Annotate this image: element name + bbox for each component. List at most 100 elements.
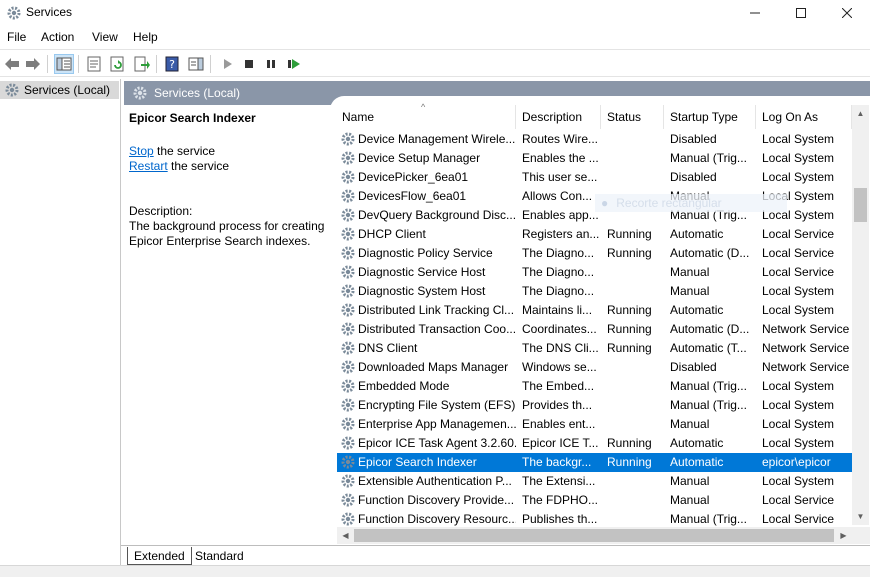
action-pane-icon [188, 57, 204, 71]
service-log-on-as-cell: Network Service [762, 322, 850, 336]
table-row[interactable]: Epicor ICE Task Agent 3.2.60... Epicor IC… [337, 434, 852, 453]
stop-service-link[interactable]: Stop [129, 144, 154, 158]
service-gear-icon [341, 360, 355, 374]
help-button[interactable]: ? [162, 54, 182, 74]
table-row[interactable]: Diagnostic Policy Service The Diagno... Ru… [337, 244, 852, 263]
service-name-cell: Distributed Transaction Coo... [358, 322, 516, 336]
service-description-cell: This user se... [522, 170, 598, 184]
service-gear-icon [341, 436, 355, 450]
export-list-button[interactable] [132, 54, 152, 74]
service-log-on-as-cell: Local System [762, 151, 835, 165]
restart-service-button[interactable] [284, 54, 304, 74]
service-description-cell: The Diagno... [522, 265, 595, 279]
table-row[interactable]: DNS Client The DNS Cli... Running Automatic… [337, 339, 852, 358]
snip-overlay-text: Recorte rectangular [616, 196, 722, 210]
table-row[interactable]: Distributed Link Tracking Cl... Maintains… [337, 301, 852, 320]
start-service-button[interactable] [217, 54, 237, 74]
table-row[interactable]: Distributed Transaction Coo... Coordinate… [337, 320, 852, 339]
service-gear-icon [341, 398, 355, 412]
properties-button[interactable] [84, 54, 104, 74]
pause-service-button[interactable] [261, 54, 281, 74]
service-gear-icon [341, 322, 355, 336]
column-header-log-on-as[interactable]: Log On As [757, 105, 852, 129]
service-gear-icon [341, 246, 355, 260]
scroll-left-arrow-icon[interactable]: ◀ [337, 527, 354, 544]
scroll-right-arrow-icon[interactable]: ▶ [835, 527, 852, 544]
column-header-name[interactable]: ^ Name [337, 102, 516, 129]
scroll-up-arrow-icon[interactable]: ▲ [852, 105, 869, 122]
table-row[interactable]: Epicor Search Indexer The backgr... Runnin… [337, 453, 852, 472]
table-row[interactable]: Device Setup Manager Enables the ... Manua… [337, 149, 852, 168]
service-status-cell: Running [607, 246, 652, 260]
column-header-status[interactable]: Status [602, 105, 664, 129]
table-row[interactable]: DHCP Client Registers an... Running Automat… [337, 225, 852, 244]
close-button[interactable] [824, 0, 870, 26]
horizontal-scrollbar[interactable]: ◀ ▶ [337, 527, 852, 544]
refresh-button[interactable] [108, 54, 128, 74]
vertical-scroll-thumb[interactable] [854, 188, 867, 222]
tab-standard[interactable]: Standard [189, 547, 250, 565]
service-gear-icon [341, 208, 355, 222]
services-gear-icon [7, 6, 21, 20]
service-gear-icon [341, 227, 355, 241]
maximize-button[interactable] [778, 0, 824, 26]
table-row[interactable]: Diagnostic System Host The Diagno... Manua… [337, 282, 852, 301]
table-row[interactable]: Downloaded Maps Manager Windows se... Disa… [337, 358, 852, 377]
table-row[interactable]: Encrypting File System (EFS) Provides th.… [337, 396, 852, 415]
service-name-cell: DevQuery Background Disc... [358, 208, 516, 222]
back-button[interactable] [2, 54, 22, 74]
service-gear-icon [341, 455, 355, 469]
back-arrow-icon [5, 58, 19, 70]
table-row[interactable]: DevicePicker_6ea01 This user se... Disable… [337, 168, 852, 187]
table-row[interactable]: Enterprise App Managemen... Enables ent..… [337, 415, 852, 434]
horizontal-scroll-thumb[interactable] [354, 529, 834, 542]
vertical-scrollbar[interactable]: ▲ ▼ [852, 105, 869, 525]
service-log-on-as-cell: Local System [762, 132, 835, 146]
service-startup-type-cell: Disabled [670, 132, 717, 146]
title-bar: Services [0, 0, 870, 26]
service-startup-type-cell: Automatic (D... [670, 322, 750, 336]
table-row[interactable]: Device Management Wirele... Routes Wire..… [337, 130, 852, 149]
service-startup-type-cell: Automatic (T... [670, 341, 747, 355]
service-log-on-as-cell: Local System [762, 417, 835, 431]
service-description-cell: Publishes th... [522, 512, 598, 526]
service-name-cell: Function Discovery Resourc... [358, 512, 516, 526]
service-name-cell: DHCP Client [358, 227, 426, 241]
minimize-button[interactable] [732, 0, 778, 26]
restart-service-link[interactable]: Restart [129, 159, 168, 173]
tab-extended[interactable]: Extended [127, 547, 192, 565]
menu-file[interactable]: File [7, 30, 26, 44]
column-header-startup-type[interactable]: Startup Type [665, 105, 756, 129]
forward-button[interactable] [23, 54, 43, 74]
service-startup-type-cell: Automatic [670, 303, 724, 317]
show-action-pane-button[interactable] [186, 54, 206, 74]
column-header-description[interactable]: Description [517, 105, 601, 129]
menu-action[interactable]: Action [41, 30, 74, 44]
tree-item-services-local[interactable]: Services (Local) [0, 81, 119, 99]
service-description-cell: The Embed... [522, 379, 595, 393]
scroll-down-arrow-icon[interactable]: ▼ [852, 508, 869, 525]
menu-view[interactable]: View [92, 30, 118, 44]
service-name-cell: Device Management Wirele... [358, 132, 516, 146]
services-list: ^ Name Description Status Startup Type L… [337, 102, 870, 545]
service-gear-icon [341, 170, 355, 184]
table-row[interactable]: Extensible Authentication P... The Extens… [337, 472, 852, 491]
service-name-cell: Function Discovery Provide... [358, 493, 515, 507]
service-description-cell: Enables ent... [522, 417, 596, 431]
service-log-on-as-cell: Local System [762, 398, 835, 412]
service-name-cell: Embedded Mode [358, 379, 450, 393]
show-hide-console-tree-button[interactable] [54, 54, 74, 74]
refresh-icon [110, 56, 124, 72]
service-name-cell: Epicor ICE Task Agent 3.2.60... [358, 436, 516, 450]
service-log-on-as-cell: Local System [762, 436, 835, 450]
table-row[interactable]: Function Discovery Provide... The FDPHO..… [337, 491, 852, 510]
pause-icon [267, 60, 275, 68]
menu-help[interactable]: Help [133, 30, 158, 44]
service-name-cell: Extensible Authentication P... [358, 474, 512, 488]
service-description-cell: Epicor ICE T... [522, 436, 599, 450]
service-description-cell: Allows Con... [522, 189, 593, 203]
stop-service-button[interactable] [239, 54, 259, 74]
table-row[interactable]: Diagnostic Service Host The Diagno... Manu… [337, 263, 852, 282]
table-row[interactable]: Embedded Mode The Embed... Manual (Trig...… [337, 377, 852, 396]
service-description-cell: The Diagno... [522, 284, 595, 298]
